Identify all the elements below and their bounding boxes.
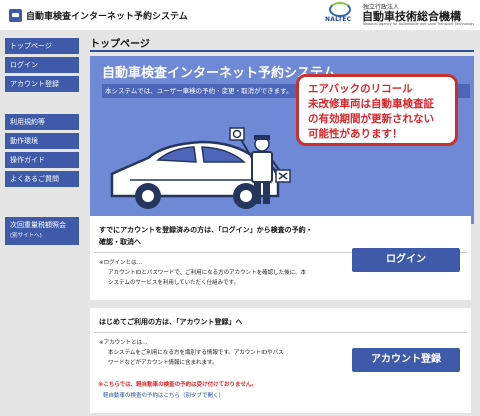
login-note-line: アカウントIDとパスワードで、ご利用になる方のアカウントを確認した後に、本	[108, 270, 306, 276]
sidebar-item-terms[interactable]: 利用規約等	[5, 114, 79, 130]
app-logo-icon	[9, 9, 22, 22]
recall-alert-line: エアバックのリコール	[308, 83, 413, 95]
sidebar: トップページ ログイン アカウント登録 利用規約等 動作環境 操作ガイド よくあ…	[0, 30, 87, 416]
login-note-line: システムのサービスを利用していただく仕組みです。	[108, 280, 240, 286]
login-button[interactable]: ログイン	[352, 248, 460, 272]
login-note: ※ログインとは… アカウントIDとパスワードで、ご利用になる方のアカウントを確認…	[99, 258, 306, 288]
register-note: ※アカウントとは… 本システムをご利用になる方を識別する情報です。アカウントID…	[99, 338, 284, 368]
recall-alert-line: の有効期間が更新されない	[308, 113, 434, 125]
sidebar-item-top-page[interactable]: トップページ	[5, 38, 79, 54]
sidebar-item-environment[interactable]: 動作環境	[5, 133, 79, 149]
recall-alert-line: 未改修車両は自動車検査証	[308, 98, 434, 110]
sidebar-item-weight-tax-sub: (別サイトへ)	[10, 233, 42, 239]
register-card-heading: はじめてご利用の方は、「アカウント登録」へ	[99, 318, 243, 326]
sidebar-item-weight-tax-label: 次回重量税額照会	[10, 221, 66, 229]
recall-alert: エアバックのリコール 未改修車両は自動車検査証 の有効期間が更新されない 可能性…	[296, 74, 458, 146]
register-note-line: ワードなどがアカウント情報に含まれます。	[108, 360, 218, 366]
kei-car-reservation-link[interactable]: 軽自動車の検査の予約はこちら（別タブで開く）	[103, 391, 224, 399]
org-name-en: National Agency for Automobile and Land …	[363, 22, 475, 26]
sidebar-item-faq[interactable]: よくあるご質問	[5, 171, 79, 187]
login-heading-line2: 確認・取消へ	[99, 238, 141, 246]
login-note-line: ※ログインとは…	[99, 260, 143, 266]
title-divider	[90, 50, 474, 52]
sidebar-item-login[interactable]: ログイン	[5, 57, 79, 73]
account-register-button[interactable]: アカウント登録	[352, 348, 460, 372]
sidebar-item-account-register[interactable]: アカウント登録	[5, 76, 79, 92]
register-card: はじめてご利用の方は、「アカウント登録」へ ※アカウントとは… 本システムをご利…	[90, 308, 471, 413]
main-content: トップページ 自動車検査インターネット予約システム 本システムでは、ユーザー車検…	[87, 30, 480, 416]
naltec-mark	[329, 2, 351, 17]
recall-alert-line: 可能性があります！	[308, 128, 403, 140]
register-card-divider	[94, 332, 467, 333]
login-heading-line1: すでにアカウントを登録済みの方は、「ログイン」から検査の予約・	[99, 226, 313, 234]
page-title: トップページ	[90, 39, 150, 50]
app-title: 自動車検査インターネット予約システム	[26, 12, 188, 22]
header: 自動車検査インターネット予約システム NALTEC 独立行政法人 自動車技術総合…	[0, 0, 480, 30]
login-card: すでにアカウントを登録済みの方は、「ログイン」から検査の予約・ 確認・取消へ ※…	[90, 216, 471, 300]
login-card-heading: すでにアカウントを登録済みの方は、「ログイン」から検査の予約・ 確認・取消へ	[99, 224, 349, 248]
sidebar-item-weight-tax[interactable]: 次回重量税額照会 (別サイトへ)	[5, 217, 79, 245]
naltec-logo-text: NALTEC	[325, 16, 352, 23]
hero-banner: 自動車検査インターネット予約システム 本システムでは、ユーザー車検の予約・変更・…	[90, 56, 474, 224]
sidebar-item-guide[interactable]: 操作ガイド	[5, 152, 79, 168]
naltec-logo-icon: NALTEC	[325, 2, 357, 24]
kei-car-warning: ※こちらでは、軽自動車の検査の予約は受け付けておりません。	[98, 382, 257, 388]
register-note-line: 本システムをご利用になる方を識別する情報です。アカウントIDやパス	[108, 350, 284, 356]
register-note-line: ※アカウントとは…	[99, 340, 148, 346]
